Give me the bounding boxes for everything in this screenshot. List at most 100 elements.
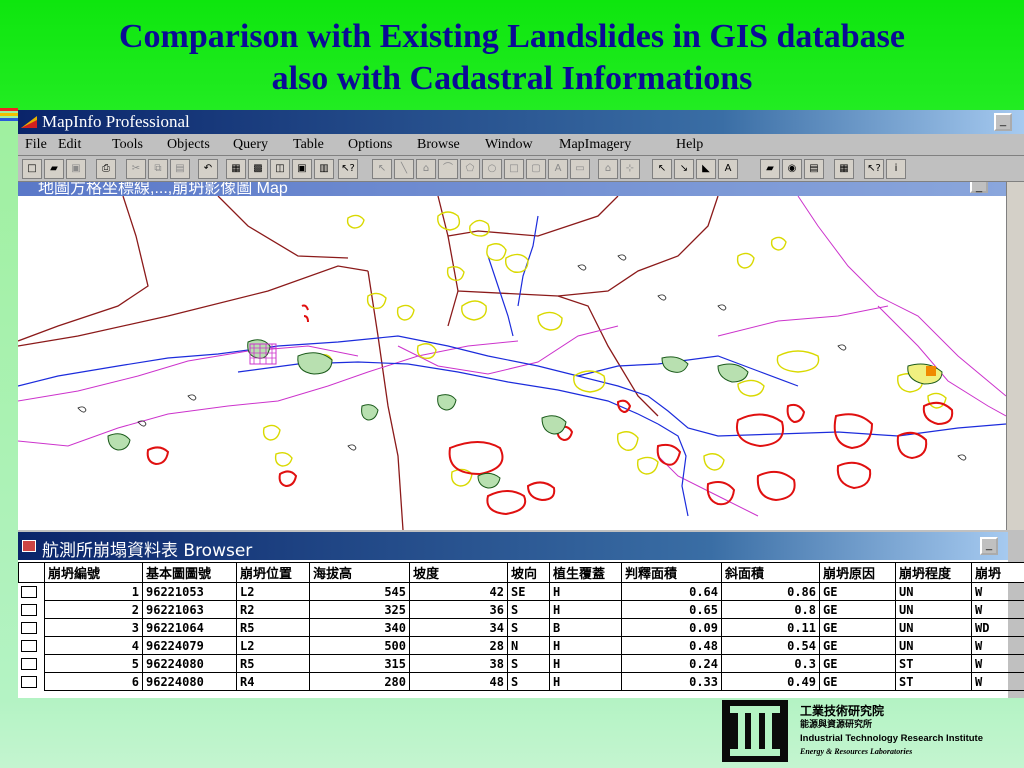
table-cell[interactable]: 280	[309, 672, 410, 691]
row-select-checkbox[interactable]	[19, 655, 45, 673]
table-cell[interactable]: B	[549, 618, 622, 637]
table-cell[interactable]: 0.24	[621, 654, 722, 673]
table-cell[interactable]: GE	[819, 654, 896, 673]
table-cell[interactable]: 34	[409, 618, 508, 637]
open-workspace-icon[interactable]: ▰	[760, 159, 780, 179]
copy-icon[interactable]: ⧉	[148, 159, 168, 179]
new-grapher-icon[interactable]: ◫	[270, 159, 290, 179]
table-cell[interactable]: R4	[236, 672, 310, 691]
new-layout-icon[interactable]: ▣	[292, 159, 312, 179]
table-cell[interactable]: 0.33	[621, 672, 722, 691]
menu-query[interactable]: Query	[233, 137, 268, 153]
table-cell[interactable]: H	[549, 600, 622, 619]
column-header[interactable]: 崩坍編號	[44, 562, 143, 583]
table-cell[interactable]: 1	[44, 582, 143, 601]
map-canvas[interactable]	[18, 196, 1006, 530]
browser-titlebar[interactable]: 航測所崩塌資料表 Browser _	[18, 532, 1008, 561]
row-select-checkbox[interactable]	[19, 583, 45, 601]
checkbox-box[interactable]	[20, 621, 37, 634]
information-icon[interactable]: i	[886, 159, 906, 179]
table-cell[interactable]: 0.65	[621, 600, 722, 619]
table-cell[interactable]: S	[507, 600, 550, 619]
table-cell[interactable]: 4	[44, 636, 143, 655]
table-row[interactable]: 4 96224079 L2 500 28 N H 0.48 0.54 GE UN W	[19, 636, 1024, 655]
pointer-tool-icon[interactable]: ↖	[372, 159, 392, 179]
table-cell[interactable]: N	[507, 636, 550, 655]
row-select-checkbox[interactable]	[19, 601, 45, 619]
statistics-icon[interactable]: ▦	[834, 159, 854, 179]
table-cell[interactable]: H	[549, 636, 622, 655]
table-cell[interactable]: L2	[236, 582, 310, 601]
table-cell[interactable]: W	[971, 636, 1024, 655]
map-minimize-button[interactable]: _	[970, 182, 988, 193]
table-cell[interactable]: 0.8	[721, 600, 820, 619]
table-cell[interactable]: 96224079	[142, 636, 237, 655]
table-cell[interactable]: W	[971, 600, 1024, 619]
table-cell[interactable]: 96221063	[142, 600, 237, 619]
table-cell[interactable]: 96224080	[142, 672, 237, 691]
column-header[interactable]: 海拔高	[309, 562, 410, 583]
checkbox-box[interactable]	[20, 657, 37, 670]
menu-edit[interactable]: Edit	[58, 137, 81, 153]
table-cell[interactable]: SE	[507, 582, 550, 601]
frame-tool-icon[interactable]: ▭	[570, 159, 590, 179]
table-cell[interactable]: W	[971, 672, 1024, 691]
table-row[interactable]: 1 96221053 L2 545 42 SE H 0.64 0.86 GE UN W	[19, 582, 1024, 601]
menu-table[interactable]: Table	[293, 137, 324, 153]
hotlink-tool-icon[interactable]: ◣	[696, 159, 716, 179]
table-cell[interactable]: 0.54	[721, 636, 820, 655]
new-mapper-icon[interactable]: ▩	[248, 159, 268, 179]
checkbox-box[interactable]	[20, 675, 37, 688]
help-pointer-icon[interactable]: ↖?	[338, 159, 358, 179]
checkbox-box[interactable]	[20, 639, 37, 652]
table-cell[interactable]: W	[971, 654, 1024, 673]
column-header[interactable]: 判釋面積	[621, 562, 722, 583]
table-cell[interactable]: UN	[895, 600, 972, 619]
table-cell[interactable]: WD	[971, 618, 1024, 637]
table-cell[interactable]: UN	[895, 636, 972, 655]
context-help-icon[interactable]: ↖?	[864, 159, 884, 179]
table-cell[interactable]: 545	[309, 582, 410, 601]
table-cell[interactable]: S	[507, 654, 550, 673]
table-cell[interactable]: 0.64	[621, 582, 722, 601]
checkbox-box[interactable]	[20, 603, 37, 616]
save-icon[interactable]: ▣	[66, 159, 86, 179]
menu-tools[interactable]: Tools	[112, 137, 143, 153]
checkbox-box[interactable]	[20, 585, 37, 598]
polygon-tool-icon[interactable]: ⬠	[460, 159, 480, 179]
table-row[interactable]: 6 96224080 R4 280 48 S H 0.33 0.49 GE ST W	[19, 672, 1024, 691]
table-cell[interactable]: L2	[236, 636, 310, 655]
rectangle-tool-icon[interactable]: □	[504, 159, 524, 179]
table-cell[interactable]: 0.09	[621, 618, 722, 637]
undo-icon[interactable]: ↶	[198, 159, 218, 179]
open-dbms-icon[interactable]: ◉	[782, 159, 802, 179]
table-cell[interactable]: 500	[309, 636, 410, 655]
table-cell[interactable]: R2	[236, 600, 310, 619]
table-cell[interactable]: 315	[309, 654, 410, 673]
table-cell[interactable]: R5	[236, 618, 310, 637]
table-cell[interactable]: 5	[44, 654, 143, 673]
menu-window[interactable]: Window	[485, 137, 533, 153]
line-tool-icon[interactable]: ╲	[394, 159, 414, 179]
table-cell[interactable]: GE	[819, 582, 896, 601]
row-select-checkbox[interactable]	[19, 637, 45, 655]
table-cell[interactable]: ST	[895, 654, 972, 673]
table-cell[interactable]: 6	[44, 672, 143, 691]
text-tool-icon[interactable]: A	[548, 159, 568, 179]
label-tool-icon[interactable]: A	[718, 159, 738, 179]
row-select-checkbox[interactable]	[19, 619, 45, 637]
table-cell[interactable]: S	[507, 618, 550, 637]
table-row[interactable]: 3 96221064 R5 340 34 S B 0.09 0.11 GE UN WD	[19, 618, 1024, 637]
column-header[interactable]: 坡度	[409, 562, 508, 583]
column-header[interactable]: 崩坍原因	[819, 562, 896, 583]
rounded-rect-tool-icon[interactable]: ▢	[526, 159, 546, 179]
ruler-tool-icon[interactable]: ↘	[674, 159, 694, 179]
table-cell[interactable]: UN	[895, 582, 972, 601]
table-cell[interactable]: S	[507, 672, 550, 691]
table-cell[interactable]: 2	[44, 600, 143, 619]
row-select-checkbox[interactable]	[19, 673, 45, 691]
table-row[interactable]: 2 96221063 R2 325 36 S H 0.65 0.8 GE UN W	[19, 600, 1024, 619]
table-cell[interactable]: GE	[819, 636, 896, 655]
table-cell[interactable]: 36	[409, 600, 508, 619]
minimize-button[interactable]: _	[994, 113, 1012, 131]
